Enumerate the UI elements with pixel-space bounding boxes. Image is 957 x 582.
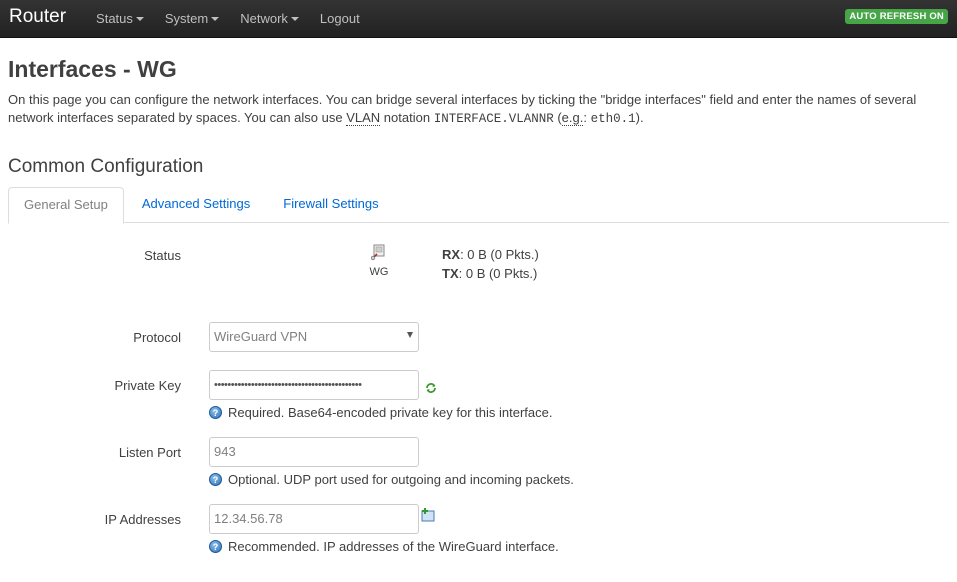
- protocol-field: WireGuard VPN: [209, 322, 419, 352]
- help-icon: ?: [209, 406, 222, 419]
- rx-label: RX: [442, 247, 461, 262]
- nav-menu-system[interactable]: System: [164, 11, 220, 26]
- ip-addresses-input[interactable]: 12.34.56.78: [209, 504, 419, 534]
- desc-text-2: notation: [380, 110, 434, 125]
- main-content: Interfaces - WG On this page you can con…: [0, 56, 957, 554]
- listen-port-hint: ? Optional. UDP port used for outgoing a…: [209, 472, 574, 487]
- ip-addresses-label: IP Addresses: [104, 512, 181, 527]
- ip-addresses-hint-text: Recommended. IP addresses of the WireGua…: [228, 539, 559, 554]
- protocol-label: Protocol: [133, 330, 181, 345]
- nav-logout-label: Logout: [319, 11, 360, 26]
- tx-value: : 0 B (0 Pkts.): [458, 266, 538, 281]
- page-description: On this page you can configure the netwo…: [8, 91, 938, 128]
- caret-down-icon: [290, 16, 299, 21]
- protocol-select[interactable]: WireGuard VPN: [209, 322, 419, 352]
- reload-icon[interactable]: [425, 382, 437, 394]
- listen-port-input[interactable]: 943: [209, 437, 419, 467]
- help-icon: ?: [209, 540, 222, 553]
- interface-name: WG: [369, 266, 389, 278]
- auto-refresh-badge[interactable]: AUTO REFRESH ON: [845, 9, 948, 24]
- private-key-field: ••••••••••••••••••••••••••••••••••••••••…: [209, 370, 552, 420]
- tab-advanced-settings[interactable]: Advanced Settings: [127, 187, 265, 223]
- tx-label: TX: [442, 266, 459, 281]
- page-title: Interfaces - WG: [8, 56, 177, 82]
- code-example: eth0.1: [590, 112, 636, 126]
- vlan-abbr: VLAN: [346, 110, 381, 126]
- interface-status-block: WG: [364, 244, 394, 278]
- listen-port-field: 943 ? Optional. UDP port used for outgoi…: [209, 437, 574, 487]
- traffic-stats: RX: 0 B (0 Pkts.) TX: 0 B (0 Pkts.): [442, 245, 539, 283]
- rx-stat: RX: 0 B (0 Pkts.): [442, 245, 539, 264]
- network-interface-icon: [370, 244, 385, 261]
- section-title: Common Configuration: [8, 156, 204, 177]
- listen-port-hint-text: Optional. UDP port used for outgoing and…: [228, 472, 574, 487]
- desc-text-3: (: [553, 110, 562, 125]
- nav-menu-network-label: Network: [240, 11, 288, 26]
- private-key-hint-text: Required. Base64-encoded private key for…: [228, 405, 553, 420]
- tab-general-setup[interactable]: General Setup: [8, 187, 124, 224]
- config-tabs: General Setup Advanced Settings Firewall…: [8, 187, 949, 224]
- nav-menu-status-label: Status: [96, 11, 133, 26]
- status-label: Status: [144, 248, 181, 263]
- caret-down-icon: [135, 16, 144, 21]
- listen-port-label: Listen Port: [118, 445, 181, 460]
- tx-stat: TX: 0 B (0 Pkts.): [442, 264, 539, 283]
- dropdown-arrow-icon: [407, 332, 413, 338]
- private-key-label: Private Key: [114, 378, 181, 393]
- protocol-select-value: WireGuard VPN: [214, 329, 308, 344]
- desc-text-4: :: [583, 110, 591, 125]
- private-key-hint: ? Required. Base64-encoded private key f…: [209, 405, 552, 420]
- add-entry-icon[interactable]: [421, 508, 435, 522]
- nav-menu-system-label: System: [164, 11, 209, 26]
- tab-firewall-settings[interactable]: Firewall Settings: [268, 187, 393, 223]
- top-navbar: Router Status System Network Logout AUTO…: [0, 0, 957, 38]
- ip-addresses-field: 12.34.56.78 ? Recommended. IP addresses …: [209, 504, 559, 554]
- nav-menu-status[interactable]: Status: [96, 11, 144, 26]
- help-icon: ?: [209, 473, 222, 486]
- eg-abbr: e.g.: [561, 110, 584, 126]
- ip-addresses-hint: ? Recommended. IP addresses of the WireG…: [209, 539, 559, 554]
- caret-down-icon: [211, 16, 220, 21]
- code-vlan-notation: INTERFACE.VLANNR: [433, 112, 554, 126]
- nav-menu-network[interactable]: Network: [240, 11, 299, 26]
- nav-logout[interactable]: Logout: [320, 11, 360, 26]
- rx-value: : 0 B (0 Pkts.): [460, 247, 539, 262]
- brand-logo[interactable]: Router: [0, 6, 96, 28]
- private-key-input[interactable]: ••••••••••••••••••••••••••••••••••••••••…: [209, 370, 419, 400]
- desc-text-5: ).: [635, 110, 644, 125]
